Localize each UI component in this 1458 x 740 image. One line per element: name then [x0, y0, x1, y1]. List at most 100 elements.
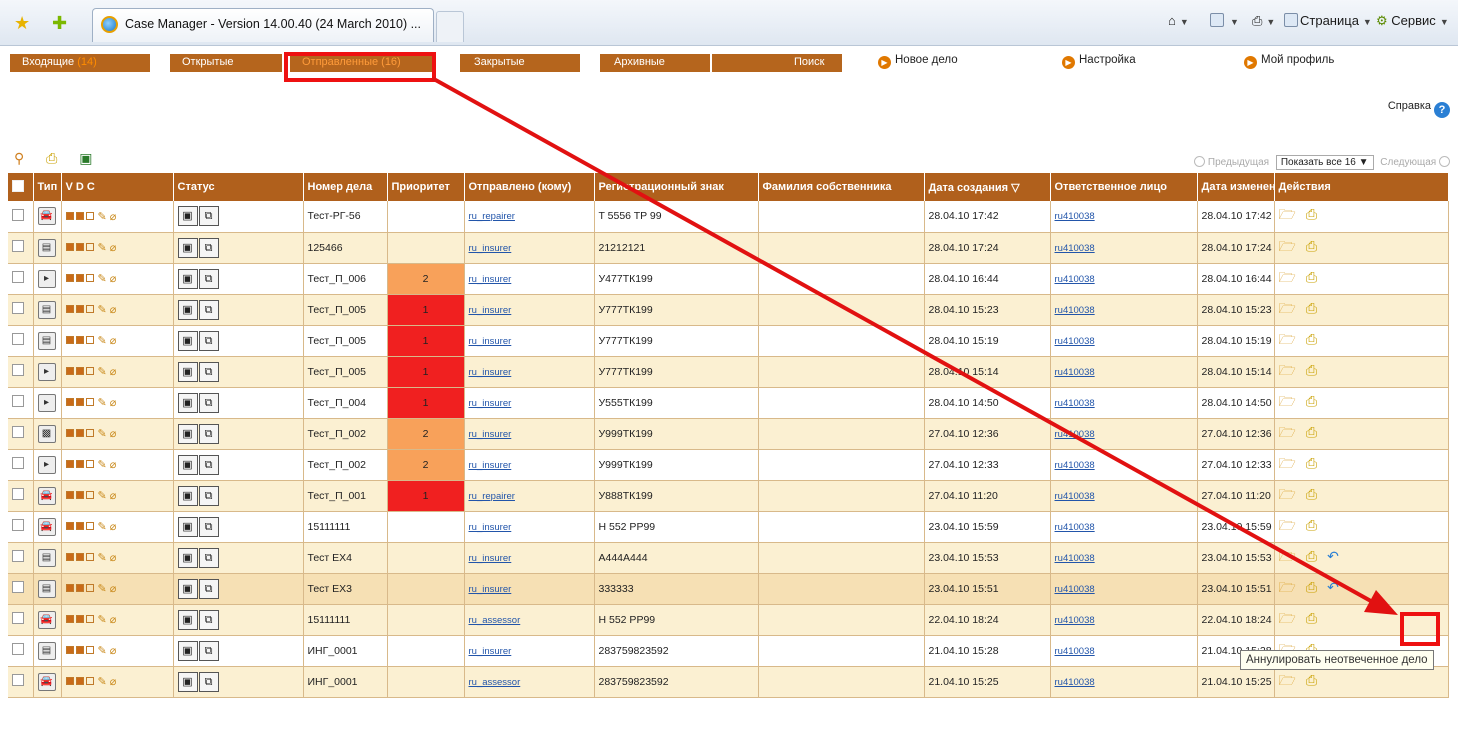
- responsible-link[interactable]: ru410038: [1050, 573, 1198, 605]
- annul-case-icon[interactable]: ↶: [1327, 548, 1339, 564]
- row-checkbox[interactable]: [8, 263, 34, 295]
- sent-to-link[interactable]: ru_assessor: [464, 666, 595, 698]
- print-icon[interactable]: ⎙: [1306, 548, 1317, 564]
- table-row[interactable]: 🚘 ✎ ⌀ ▣ ⧉ ИНГ_0001 ru_assessor 283759823592 21.…: [8, 666, 1449, 698]
- table-row[interactable]: ▤ ✎ ⌀ ▣ ⧉ ИНГ_0001 ru_insurer 283759823592 21.0…: [8, 635, 1449, 667]
- open-folder-icon[interactable]: 🗁: [1279, 393, 1296, 409]
- sent-to-link[interactable]: ru_insurer: [464, 232, 595, 264]
- sent-to-link[interactable]: ru_insurer: [464, 542, 595, 574]
- open-folder-icon[interactable]: 🗁: [1279, 455, 1296, 471]
- print-icon[interactable]: ⎙: [1306, 393, 1317, 409]
- tab-archive[interactable]: Архивные: [600, 54, 710, 72]
- col-priority[interactable]: Приоритет: [387, 173, 465, 201]
- print-icon[interactable]: ⎙: [1306, 362, 1317, 378]
- row-checkbox[interactable]: [8, 201, 34, 233]
- new-tab-button[interactable]: [436, 11, 464, 42]
- table-row[interactable]: ▸ ✎ ⌀ ▣ ⧉ Тест_П_002 2 ru_insurer У999ТК199 27.0…: [8, 449, 1449, 481]
- responsible-link[interactable]: ru410038: [1050, 511, 1198, 543]
- open-folder-icon[interactable]: 🗁: [1279, 579, 1296, 595]
- print-icon[interactable]: ⎙: [1306, 206, 1317, 222]
- favorites-star-icon[interactable]: ★: [14, 13, 30, 34]
- print-icon[interactable]: ⎙ ▼: [1252, 13, 1279, 29]
- annul-case-icon[interactable]: ↶: [1327, 579, 1339, 595]
- sent-to-link[interactable]: ru_insurer: [464, 294, 595, 326]
- next-page-button[interactable]: Следующая: [1380, 157, 1436, 168]
- print-icon[interactable]: ⎙: [1306, 424, 1317, 440]
- row-checkbox[interactable]: [8, 542, 34, 574]
- sent-to-link[interactable]: ru_assessor: [464, 604, 595, 636]
- table-row[interactable]: ▸ ✎ ⌀ ▣ ⧉ Тест_П_005 1 ru_insurer У777ТК199 28.0…: [8, 356, 1449, 388]
- open-folder-icon[interactable]: 🗁: [1279, 238, 1296, 254]
- sent-to-link[interactable]: ru_repairer: [464, 201, 595, 233]
- my-profile-link[interactable]: ▶ Мой профиль: [1244, 54, 1334, 69]
- col-vdc[interactable]: V D C: [61, 173, 174, 201]
- row-checkbox[interactable]: [8, 573, 34, 605]
- row-checkbox[interactable]: [8, 449, 34, 481]
- page-menu[interactable]: Страница ▼: [1284, 13, 1376, 28]
- sent-to-link[interactable]: ru_insurer: [464, 263, 595, 295]
- sent-to-link[interactable]: ru_insurer: [464, 387, 595, 419]
- print-icon[interactable]: ⎙: [1306, 579, 1317, 595]
- open-folder-icon[interactable]: 🗁: [1279, 672, 1296, 688]
- responsible-link[interactable]: ru410038: [1050, 232, 1198, 264]
- table-row[interactable]: ▤ ✎ ⌀ ▣ ⧉ Тест EX3 ru_insurer 333333 23.04.10 1…: [8, 573, 1449, 605]
- col-created[interactable]: Дата создания ▽: [924, 173, 1051, 201]
- print-icon[interactable]: ⎙: [1306, 269, 1317, 285]
- sent-to-link[interactable]: ru_insurer: [464, 356, 595, 388]
- page-size-select[interactable]: Показать все 16 ▼: [1275, 155, 1374, 170]
- print-icon[interactable]: ⎙: [1306, 486, 1317, 502]
- table-row[interactable]: ▤ ✎ ⌀ ▣ ⧉ 125466 ru_insurer 21212121 28.04.10 1…: [8, 232, 1449, 264]
- browser-tab[interactable]: Case Manager - Version 14.00.40 (24 Marc…: [92, 8, 434, 42]
- new-case-link[interactable]: ▶ Новое дело: [878, 54, 958, 69]
- table-row[interactable]: ▸ ✎ ⌀ ▣ ⧉ Тест_П_006 2 ru_insurer У477ТК199 28.0…: [8, 263, 1449, 295]
- responsible-link[interactable]: ru410038: [1050, 294, 1198, 326]
- responsible-link[interactable]: ru410038: [1050, 542, 1198, 574]
- open-folder-icon[interactable]: 🗁: [1279, 269, 1296, 285]
- responsible-link[interactable]: ru410038: [1050, 604, 1198, 636]
- open-folder-icon[interactable]: 🗁: [1279, 517, 1296, 533]
- row-checkbox[interactable]: [8, 356, 34, 388]
- print-icon[interactable]: ⎙: [1306, 610, 1317, 626]
- select-all-checkbox[interactable]: [8, 173, 34, 201]
- sent-to-link[interactable]: ru_insurer: [464, 635, 595, 667]
- sent-to-link[interactable]: ru_insurer: [464, 573, 595, 605]
- print-icon[interactable]: ⎙: [1306, 517, 1317, 533]
- row-checkbox[interactable]: [8, 325, 34, 357]
- row-checkbox[interactable]: [8, 418, 34, 450]
- table-row[interactable]: ▸ ✎ ⌀ ▣ ⧉ Тест_П_004 1 ru_insurer У555ТК199 28.0…: [8, 387, 1449, 419]
- sent-to-link[interactable]: ru_insurer: [464, 325, 595, 357]
- sent-to-link[interactable]: ru_insurer: [464, 449, 595, 481]
- sent-to-link[interactable]: ru_insurer: [464, 418, 595, 450]
- table-row[interactable]: 🚘 ✎ ⌀ ▣ ⧉ 15111111 ru_assessor H 552 PP99 22.04…: [8, 604, 1449, 636]
- col-changed[interactable]: Дата изменения: [1197, 173, 1275, 201]
- row-checkbox[interactable]: [8, 511, 34, 543]
- open-folder-icon[interactable]: 🗁: [1279, 610, 1296, 626]
- open-folder-icon[interactable]: 🗁: [1279, 300, 1296, 316]
- col-responsible[interactable]: Ответственное лицо: [1050, 173, 1198, 201]
- responsible-link[interactable]: ru410038: [1050, 387, 1198, 419]
- table-row[interactable]: ▤ ✎ ⌀ ▣ ⧉ Тест_П_005 1 ru_insurer У777ТК199 28.0…: [8, 294, 1449, 326]
- open-folder-icon[interactable]: 🗁: [1279, 206, 1296, 222]
- open-folder-icon[interactable]: 🗁: [1279, 331, 1296, 347]
- col-type[interactable]: Тип: [33, 173, 62, 201]
- search-icon[interactable]: ⚲: [14, 150, 24, 166]
- col-case-number[interactable]: Номер дела: [303, 173, 388, 201]
- print-list-icon[interactable]: ⎙: [46, 150, 57, 166]
- row-checkbox[interactable]: [8, 294, 34, 326]
- feeds-icon[interactable]: ▼: [1210, 13, 1243, 28]
- responsible-link[interactable]: ru410038: [1050, 418, 1198, 450]
- print-icon[interactable]: ⎙: [1306, 331, 1317, 347]
- col-reg-number[interactable]: Регистрационный знак: [594, 173, 759, 201]
- print-icon[interactable]: ⎙: [1306, 455, 1317, 471]
- open-folder-icon[interactable]: 🗁: [1279, 424, 1296, 440]
- home-icon[interactable]: ⌂ ▼: [1168, 13, 1193, 28]
- row-checkbox[interactable]: [8, 480, 34, 512]
- open-folder-icon[interactable]: 🗁: [1279, 548, 1296, 564]
- responsible-link[interactable]: ru410038: [1050, 480, 1198, 512]
- table-row[interactable]: 🚘 ✎ ⌀ ▣ ⧉ 15111111 ru_insurer H 552 PP99 23.04.…: [8, 511, 1449, 543]
- col-status[interactable]: Статус: [173, 173, 304, 201]
- col-owner-surname[interactable]: Фамилия собственника: [758, 173, 925, 201]
- responsible-link[interactable]: ru410038: [1050, 263, 1198, 295]
- row-checkbox[interactable]: [8, 387, 34, 419]
- prev-page-button[interactable]: Предыдущая: [1208, 157, 1269, 168]
